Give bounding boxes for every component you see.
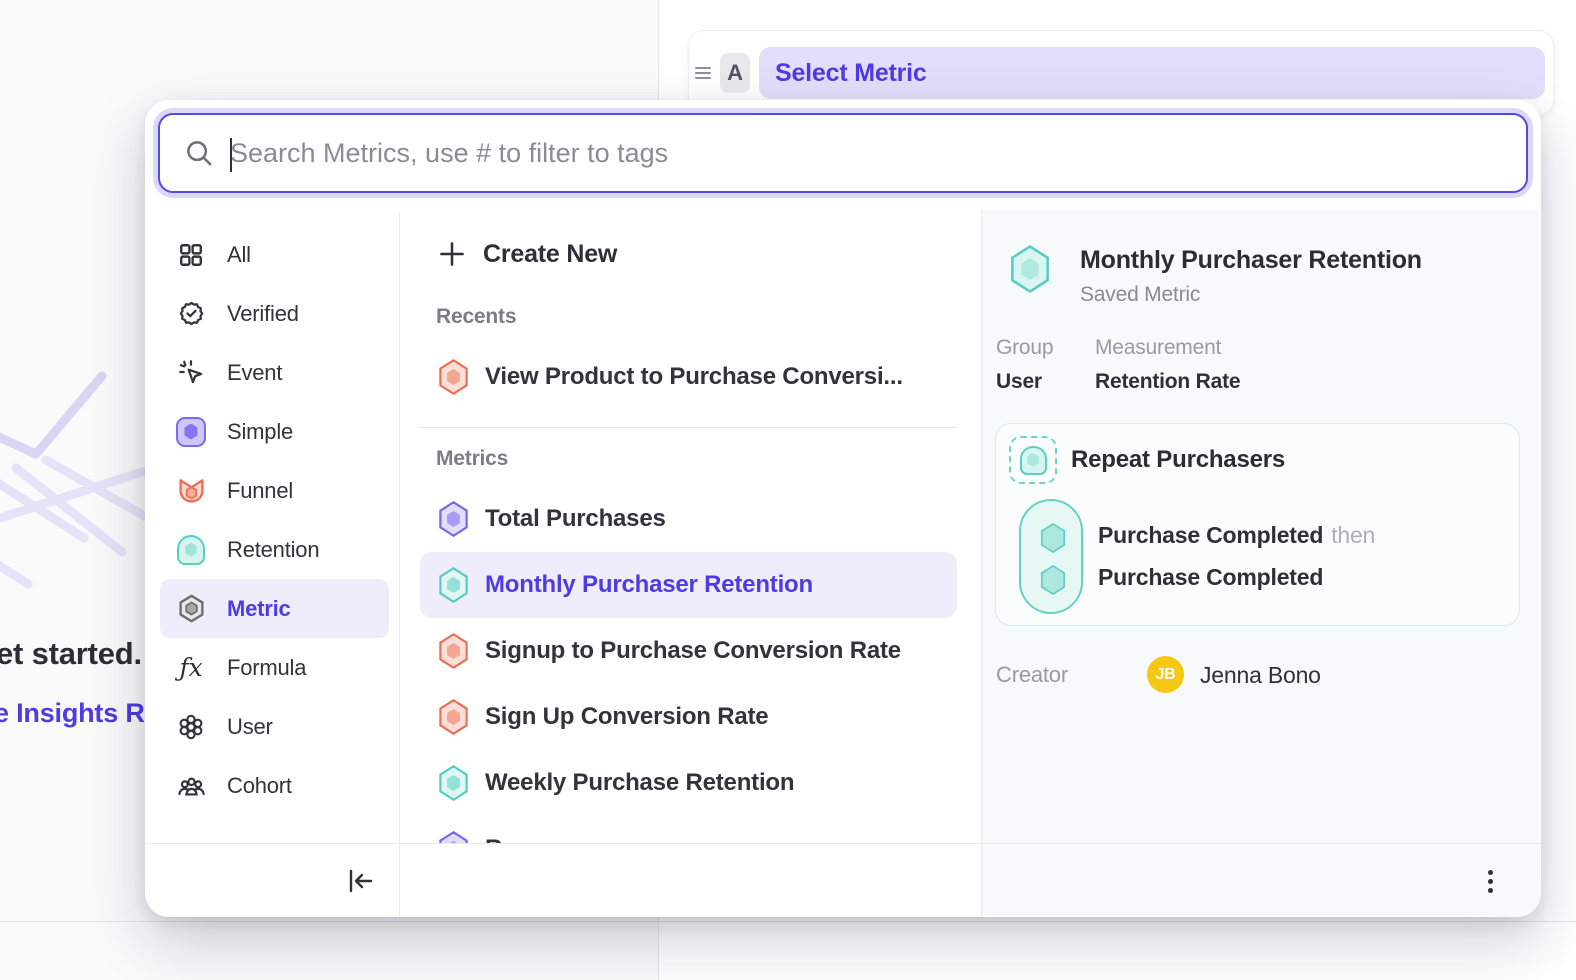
sidebar-item-retention[interactable]: Retention: [160, 520, 389, 579]
user-cluster-icon: [176, 713, 206, 741]
sidebar-item-formula[interactable]: ƒx Formula: [160, 638, 389, 697]
measurement-value: Retention Rate: [1095, 370, 1240, 394]
metric-hex-icon-coral: [437, 699, 470, 735]
sidebar-item-funnel[interactable]: Funnel: [160, 461, 389, 520]
measurement-label: Measurement: [1095, 336, 1240, 360]
sidebar-item-cohort[interactable]: Cohort: [160, 756, 389, 815]
modal-footer: [145, 843, 1541, 917]
metric-hex-icon-purple: [437, 501, 470, 537]
step-2-event: Purchase Completed: [1098, 564, 1323, 591]
footer-detail-cell: [982, 844, 1541, 917]
metric-hex-icon-teal: [437, 765, 470, 801]
metric-item-revenue[interactable]: Revenue: [400, 816, 981, 843]
metric-selector-modal: All Verified Event Simple: [145, 100, 1541, 917]
metrics-header: Metrics: [400, 444, 981, 474]
search-bar: [158, 113, 1528, 193]
query-row-badge[interactable]: A: [720, 53, 750, 93]
metric-item-sign-up-conversion[interactable]: Sign Up Conversion Rate: [400, 684, 981, 750]
recents-header: Recents: [400, 302, 981, 332]
get-started-heading: et started.: [0, 636, 142, 672]
sidebar-item-event[interactable]: Event: [160, 343, 389, 402]
more-options-icon[interactable]: [1483, 866, 1497, 896]
creator-avatar: JB: [1147, 656, 1184, 693]
detail-header: Monthly Purchaser Retention Saved Metric: [1008, 245, 1422, 307]
metric-hex-icon-coral: [437, 359, 470, 395]
detail-title: Monthly Purchaser Retention: [1080, 245, 1422, 275]
page-divider-horizontal: [0, 921, 1576, 922]
category-sidebar: All Verified Event Simple: [145, 212, 400, 843]
step-hex-icon: [1039, 565, 1067, 595]
metric-item-total-purchases[interactable]: Total Purchases: [400, 486, 981, 552]
cursor-click-icon: [176, 359, 206, 386]
metric-hex-icon-teal-large: [1008, 245, 1052, 293]
collapse-sidebar-icon[interactable]: [345, 867, 375, 895]
step-hex-icon: [1039, 523, 1067, 553]
search-icon: [184, 138, 214, 168]
simple-metric-icon: [176, 417, 206, 447]
metric-hex-icon-purple: [437, 831, 470, 843]
metric-hex-icon-coral: [437, 633, 470, 669]
create-new-button[interactable]: Create New: [400, 222, 981, 286]
group-label: Group: [996, 336, 1071, 360]
background-text-clip: et started. e Insights Re: [0, 0, 145, 980]
funnel-icon: [176, 476, 206, 505]
sidebar-item-simple[interactable]: Simple: [160, 402, 389, 461]
step-connector: then: [1331, 522, 1375, 548]
grid-icon: [176, 242, 206, 268]
creator-label: Creator: [996, 662, 1068, 688]
detail-subtitle: Saved Metric: [1080, 283, 1422, 307]
steps-capsule: [1019, 499, 1083, 614]
metric-detail-panel: Monthly Purchaser Retention Saved Metric…: [981, 210, 1540, 843]
list-divider: [418, 427, 957, 428]
plus-icon: [437, 239, 467, 269]
metric-item-weekly-purchase-retention[interactable]: Weekly Purchase Retention: [400, 750, 981, 816]
footer-list-cell: [400, 844, 982, 917]
sidebar-item-user[interactable]: User: [160, 697, 389, 756]
sidebar-item-verified[interactable]: Verified: [160, 284, 389, 343]
insights-report-link[interactable]: e Insights Re: [0, 698, 145, 729]
formula-fx-icon: ƒx: [176, 655, 206, 680]
metric-hex-icon-teal: [437, 567, 470, 603]
creator-row: Creator JB Jenna Bono: [996, 656, 1516, 694]
select-metric-button[interactable]: Select Metric: [759, 47, 1545, 99]
creator-name: Jenna Bono: [1200, 662, 1321, 689]
detail-meta: Group User Measurement Retention Rate: [996, 336, 1240, 394]
metric-item-signup-to-purchase[interactable]: Signup to Purchase Conversion Rate: [400, 618, 981, 684]
search-input[interactable]: [230, 115, 1526, 191]
cohort-people-icon: [176, 771, 206, 800]
definition-card: Repeat Purchasers Purchase Completed then…: [995, 423, 1520, 626]
sidebar-item-metric[interactable]: Metric: [160, 579, 389, 638]
footer-sidebar-cell: [145, 844, 400, 917]
recent-item[interactable]: View Product to Purchase Conversi...: [400, 344, 981, 410]
metric-hexagon-icon: [176, 594, 206, 623]
definition-name: Repeat Purchasers: [1071, 446, 1285, 474]
group-value: User: [996, 370, 1071, 394]
retention-definition-icon: [1009, 436, 1057, 484]
text-caret: [230, 138, 232, 172]
drag-handle-icon[interactable]: [695, 67, 711, 79]
retention-icon: [176, 535, 206, 565]
sidebar-item-all[interactable]: All: [160, 225, 389, 284]
metric-list: Create New Recents View Product to Purch…: [400, 212, 982, 843]
verified-badge-icon: [176, 300, 206, 327]
metric-item-monthly-purchaser-retention[interactable]: Monthly Purchaser Retention: [420, 552, 957, 618]
step-1-event: Purchase Completed: [1098, 522, 1323, 548]
